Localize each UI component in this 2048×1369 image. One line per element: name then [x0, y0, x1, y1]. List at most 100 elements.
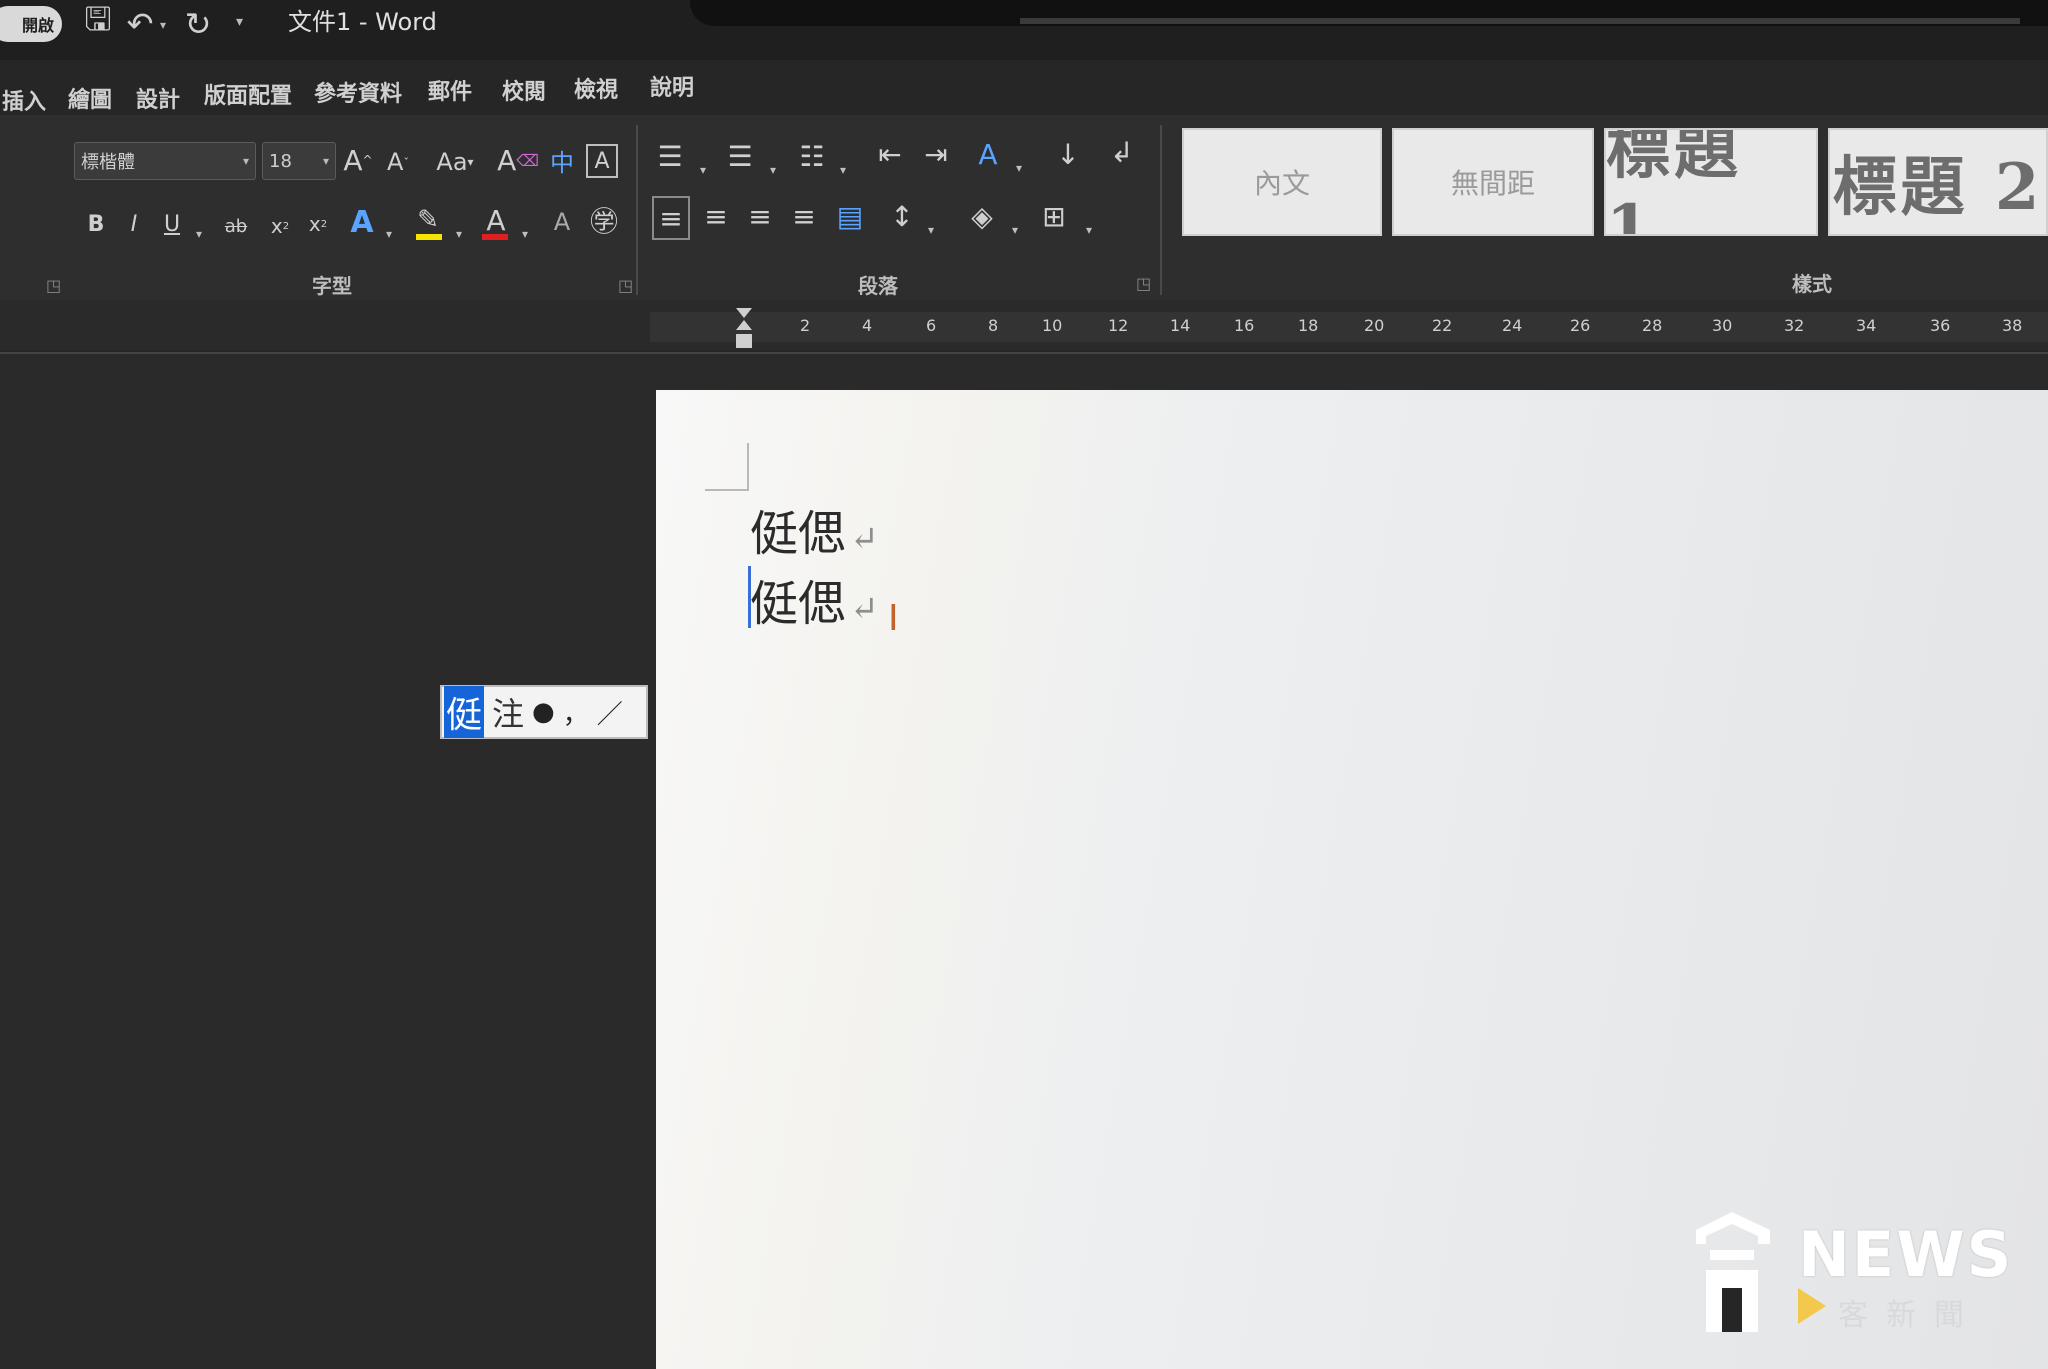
style-normal[interactable]: 內文 [1182, 128, 1382, 236]
ruler-tick: 36 [1930, 316, 1951, 335]
multilevel-list-icon[interactable]: ☷ [794, 136, 830, 176]
character-border-icon[interactable]: A [586, 144, 618, 178]
style-no-spacing-label: 無間距 [1450, 167, 1535, 200]
ruler-tick: 16 [1234, 316, 1255, 335]
group-separator [1160, 125, 1162, 295]
tab-review[interactable]: 校閱 [502, 74, 546, 106]
text-effects-dropdown-icon[interactable]: ▾ [382, 214, 396, 254]
ruler-tick: 14 [1170, 316, 1191, 335]
borders-icon[interactable]: ⊞ [1036, 196, 1072, 236]
character-shading-icon[interactable]: A [544, 202, 580, 242]
customize-qat-icon[interactable]: ▾ [236, 14, 243, 30]
highlight-dropdown-icon[interactable]: ▾ [452, 214, 466, 254]
decrease-indent-icon[interactable]: ⇤ [872, 134, 908, 174]
window-title: 文件1 - Word [288, 8, 437, 36]
numbering-icon[interactable]: ☰ [722, 136, 758, 176]
bullets-dropdown-icon[interactable]: ▾ [696, 150, 710, 190]
ruler-tick: 30 [1712, 316, 1733, 335]
bullets-icon[interactable]: ☰ [652, 136, 688, 176]
underline-dropdown-icon[interactable]: ▾ [192, 214, 206, 254]
numbering-dropdown-icon[interactable]: ▾ [766, 150, 780, 190]
ime-comma-icon[interactable]: ， [563, 694, 589, 731]
font-name-combo[interactable]: 標楷體 ▾ [74, 142, 256, 180]
redo-icon[interactable]: ↻ [178, 4, 218, 44]
clear-formatting-icon[interactable]: A ⌫ [497, 140, 539, 180]
ruler-tick: 12 [1108, 316, 1129, 335]
increase-indent-icon[interactable]: ⇥ [918, 134, 954, 174]
font-color-dropdown-icon[interactable]: ▾ [518, 214, 532, 254]
indent-marker-icon[interactable] [735, 308, 753, 352]
watermark-subtitle: 客新聞 [1838, 1298, 1982, 1333]
chevron-down-icon: ▾ [242, 154, 249, 168]
justify-icon[interactable]: ≡ [786, 196, 822, 236]
ime-candidate-bar[interactable]: 侹 注 ● ， ／ [440, 685, 648, 739]
tab-design[interactable]: 設計 [136, 82, 180, 114]
borders-dropdown-icon[interactable]: ▾ [1082, 210, 1096, 250]
chevron-down-icon: ▾ [322, 154, 329, 168]
tab-help[interactable]: 說明 [650, 70, 694, 102]
italic-icon[interactable]: I [116, 204, 152, 244]
ibeam-cursor-icon: I [888, 598, 899, 639]
line-spacing-dropdown-icon[interactable]: ▾ [924, 210, 938, 250]
ime-next-candidate[interactable]: 注 [492, 689, 524, 735]
style-heading-1[interactable]: 標題 1 [1604, 128, 1818, 236]
distributed-icon[interactable]: ▤ [832, 196, 868, 236]
phonetic-guide-icon[interactable]: 中 [544, 140, 580, 180]
tab-view[interactable]: 檢視 [574, 72, 618, 104]
text-caret [748, 566, 751, 628]
ruler-tick: 6 [926, 316, 937, 335]
font-group-label: 字型 [312, 274, 352, 298]
underline-icon[interactable]: U [154, 204, 190, 244]
paragraph-mark: ↵ [850, 589, 879, 629]
paragraph-dialog-launcher-icon[interactable]: ◳ [1136, 274, 1151, 293]
ruler-tick: 8 [988, 316, 999, 335]
shrink-font-icon[interactable]: Aˇ [380, 142, 416, 182]
undo-dropdown-icon[interactable]: ▾ [160, 18, 166, 32]
text-effects-icon[interactable]: A [344, 202, 380, 242]
text-direction-dropdown-icon[interactable]: ▾ [1012, 148, 1026, 188]
document-line-text: 侹偲 [750, 506, 847, 562]
style-heading-2[interactable]: 標題 2 [1828, 128, 2048, 236]
shading-icon[interactable]: ◈ [964, 196, 1000, 236]
align-right-icon[interactable]: ≡ [742, 196, 778, 236]
search-box[interactable] [690, 0, 2048, 26]
text-direction-icon[interactable]: A [970, 134, 1006, 174]
save-icon[interactable]: 🖫 [78, 0, 118, 44]
tab-insert[interactable]: 插入 [2, 84, 46, 116]
tab-draw[interactable]: 繪圖 [68, 82, 112, 114]
style-no-spacing[interactable]: 無間距 [1392, 128, 1594, 236]
highlight-color-swatch [416, 234, 442, 240]
document-line[interactable]: 侹偲 ↵ [750, 564, 879, 634]
align-center-icon[interactable]: ≡ [698, 196, 734, 236]
font-size-value: 18 [269, 150, 292, 172]
subscript-icon[interactable]: x2 [262, 206, 298, 246]
strikethrough-icon[interactable]: ab [218, 206, 254, 246]
horizontal-ruler[interactable]: 2 4 6 8 10 12 14 16 18 20 22 24 26 28 30… [650, 312, 2048, 342]
show-formatting-marks-icon[interactable]: ↲ [1104, 132, 1140, 172]
ruler-tick: 24 [1502, 316, 1523, 335]
change-case-button[interactable]: Aa ▾ [428, 142, 482, 182]
bold-icon[interactable]: B [78, 204, 114, 244]
autosave-toggle[interactable]: 開啟 [0, 6, 62, 42]
tab-references[interactable]: 參考資料 [314, 76, 402, 108]
ime-selected-candidate[interactable]: 侹 [444, 686, 485, 738]
document-line[interactable]: 侹偲 ↵ [750, 494, 879, 564]
ime-slash-icon[interactable]: ／ [597, 694, 623, 731]
clipboard-dialog-launcher-icon[interactable]: ◳ [46, 276, 61, 295]
multilevel-dropdown-icon[interactable]: ▾ [836, 150, 850, 190]
font-dialog-launcher-icon[interactable]: ◳ [618, 276, 633, 295]
grow-font-icon[interactable]: A ^ [340, 140, 376, 180]
font-color-swatch [482, 234, 508, 240]
line-spacing-icon[interactable]: ↕ [884, 196, 920, 236]
tab-mailings[interactable]: 郵件 [428, 74, 472, 106]
ime-dot-icon[interactable]: ● [532, 697, 555, 727]
font-size-combo[interactable]: 18 ▾ [262, 142, 336, 180]
tab-layout[interactable]: 版面配置 [204, 78, 292, 110]
undo-icon[interactable]: ↶ [120, 4, 160, 44]
shading-dropdown-icon[interactable]: ▾ [1008, 210, 1022, 250]
sort-icon[interactable]: ↓ [1050, 134, 1086, 174]
style-heading-2-label: 標題 2 [1832, 150, 2044, 225]
enclose-characters-icon[interactable]: ㊫ [586, 200, 622, 240]
align-left-icon[interactable]: ≡ [652, 196, 690, 240]
superscript-icon[interactable]: x2 [300, 204, 336, 244]
